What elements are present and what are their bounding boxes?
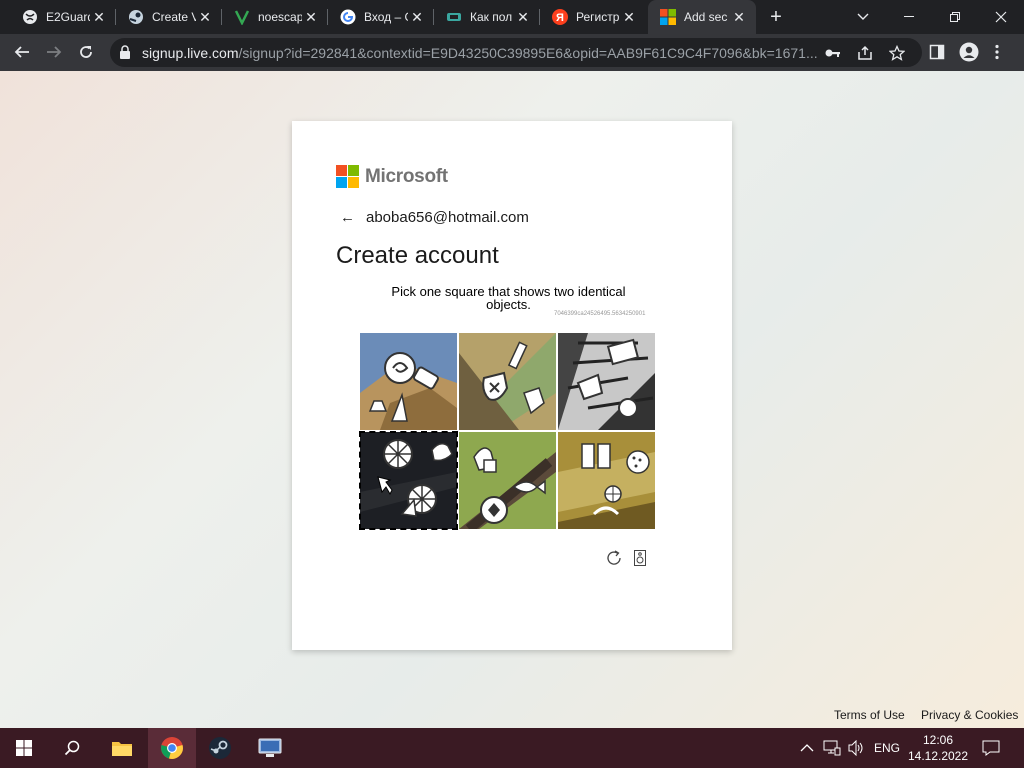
url-host: signup.live.com [142,45,239,61]
browser-tab-strip: E2Guard ✕ Create V ✕ noescap ✕ Вход – G … [0,0,1024,34]
share-icon[interactable] [856,44,874,62]
tab-title: Регистр [576,10,620,24]
windows-start-icon[interactable] [0,728,48,768]
page-title: Create account [336,242,499,269]
brand-name: Microsoft [365,165,448,187]
tab-create[interactable]: Create V ✕ [116,0,222,34]
tab-title: Add sec [684,10,728,24]
tab-title: noescap [258,10,302,24]
close-tab-icon[interactable]: ✕ [198,10,212,24]
tab-title: Вход – G [364,10,408,24]
system-clock[interactable]: 12:06 14.12.2022 [906,732,970,764]
captcha-tile-3[interactable] [558,333,655,430]
tab-registration[interactable]: Я Регистр ✕ [540,0,646,34]
minimize-button[interactable] [886,0,932,34]
file-explorer-icon[interactable] [98,728,146,768]
url-path: /signup?id=292841&contextid=E9D43250C398… [238,45,818,61]
bookmark-star-icon[interactable] [888,44,906,62]
key-icon[interactable] [824,44,842,62]
close-tab-icon[interactable]: ✕ [410,10,424,24]
browser-toolbar: signup.live.com/signup?id=292841&context… [0,34,1024,71]
microsoft-logo-icon [336,165,359,188]
terms-of-use-link[interactable]: Terms of Use [834,708,905,722]
tab-e2guard[interactable]: E2Guard ✕ [10,0,116,34]
captcha-tile-6[interactable] [558,432,655,529]
google-icon [340,9,356,25]
steam-icon [128,9,144,25]
logo-square-blue [336,177,347,188]
steam-icon[interactable] [196,728,244,768]
privacy-cookies-link[interactable]: Privacy & Cookies [921,708,1018,722]
logo-square-red [336,165,347,176]
microsoft-icon [660,9,676,25]
clock-time: 12:06 [922,733,954,747]
site-icon [446,9,462,25]
reload-button[interactable] [74,40,98,64]
side-panel-icon[interactable] [925,40,949,64]
volume-icon[interactable] [847,728,865,768]
captcha-token: 7046399ca24526495.5634250901 [554,311,646,317]
microsoft-logo: Microsoft [336,165,448,188]
captcha-grid [359,333,656,530]
tab-search-icon[interactable] [840,0,886,34]
tray-overflow-icon[interactable] [800,728,814,768]
language-indicator[interactable]: ENG [874,728,900,768]
logo-square-green [348,165,359,176]
back-button[interactable] [10,40,34,64]
clock-date: 14.12.2022 [907,749,969,763]
lock-icon[interactable] [118,45,132,60]
captcha-tile-1[interactable] [360,333,457,430]
page-content: Microsoft ← aboba656@hotmail.com Create … [0,71,1024,728]
yandex-icon: Я [552,9,568,25]
tab-title: Create V [152,10,196,24]
captcha-instruction: Pick one square that shows two identical… [391,284,626,312]
back-arrow-icon[interactable]: ← [340,209,356,226]
logo-square-yellow [348,177,359,188]
forward-button[interactable] [42,40,66,64]
v-logo-icon [234,9,250,25]
captcha-tile-4-selected[interactable] [359,431,458,530]
tab-title: E2Guard [46,10,90,24]
close-tab-icon[interactable]: ✕ [732,10,746,24]
svg-text:Я: Я [556,12,564,24]
account-email: aboba656@hotmail.com [366,209,529,226]
network-app-icon[interactable] [246,728,294,768]
profile-avatar-icon[interactable] [957,40,981,64]
chrome-icon[interactable] [148,728,196,768]
network-icon[interactable] [823,728,841,768]
notifications-icon[interactable] [982,728,1000,768]
captcha-reload-icon[interactable] [605,549,623,567]
menu-kebab-icon[interactable] [985,40,1009,64]
captcha-tile-2[interactable] [459,333,556,430]
signup-card: Microsoft ← aboba656@hotmail.com Create … [292,121,732,650]
tab-title: Как пол [470,10,513,24]
search-icon[interactable] [48,728,96,768]
tab-how-to[interactable]: Как пол ✕ [434,0,540,34]
tab-add-security-active[interactable]: Add sec ✕ [648,0,756,34]
url-text[interactable]: signup.live.com/signup?id=292841&context… [142,45,822,61]
tab-google-login[interactable]: Вход – G ✕ [328,0,434,34]
tab-noescape[interactable]: noescap ✕ [222,0,328,34]
restore-button[interactable] [932,0,978,34]
back-to-email[interactable]: ← aboba656@hotmail.com [340,209,529,226]
captcha-tile-5[interactable] [459,432,556,529]
globe-icon [22,9,38,25]
close-tab-icon[interactable]: ✕ [622,10,636,24]
close-tab-icon[interactable]: ✕ [304,10,318,24]
close-tab-icon[interactable]: ✕ [92,10,106,24]
windows-taskbar: ENG 12:06 14.12.2022 [0,728,1024,768]
new-tab-button[interactable]: + [766,7,786,27]
address-bar[interactable]: signup.live.com/signup?id=292841&context… [110,38,922,67]
close-tab-icon[interactable]: ✕ [516,10,530,24]
captcha-audio-icon[interactable] [634,550,646,566]
close-window-button[interactable] [978,0,1024,34]
